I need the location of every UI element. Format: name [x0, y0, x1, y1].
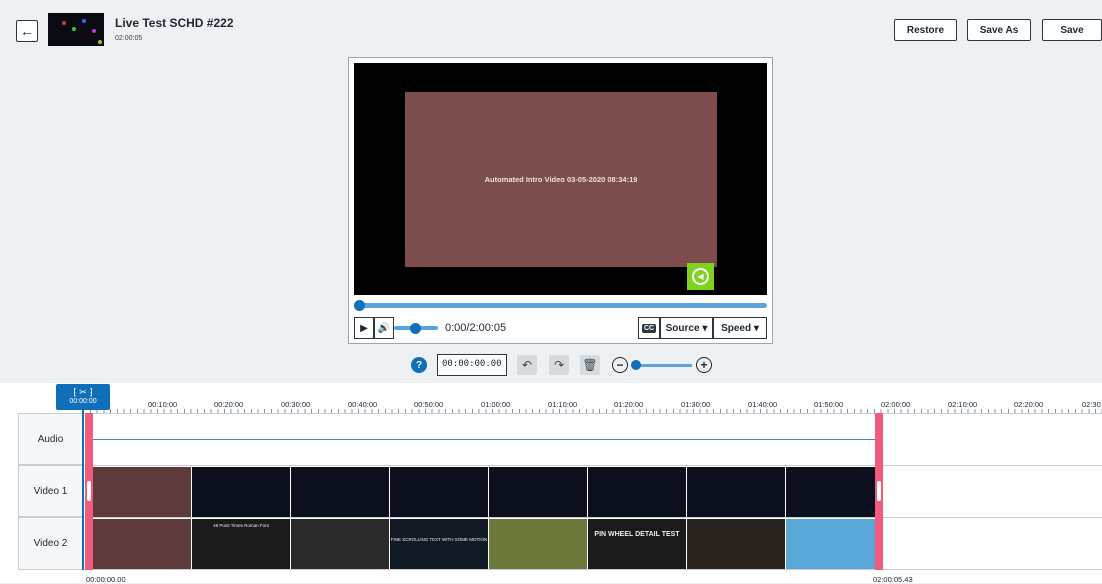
- ruler-label: 00:10:00: [148, 400, 178, 409]
- trim-handle-right[interactable]: [877, 481, 881, 501]
- ruler-label: 01:20:00: [614, 400, 644, 409]
- mute-button[interactable]: 🔊: [374, 317, 394, 339]
- zoom-slider[interactable]: [631, 360, 692, 370]
- video-canvas[interactable]: Automated Intro Video 03-05-2020 08:34:1…: [354, 63, 767, 295]
- video-thumbnail: [48, 13, 104, 46]
- volume-slider[interactable]: [394, 323, 438, 334]
- player-timecode: 0:00/2:00:05: [445, 322, 507, 334]
- zoom-out-icon[interactable]: −: [612, 357, 628, 373]
- volume-knob[interactable]: [410, 323, 421, 334]
- playhead[interactable]: [82, 410, 84, 570]
- trim-handle-left[interactable]: [87, 481, 91, 501]
- replay-icon: ◀: [692, 268, 709, 285]
- cc-icon: CC: [641, 323, 657, 333]
- ruler-label: 00:30:00: [281, 400, 311, 409]
- video-frame: Automated Intro Video 03-05-2020 08:34:1…: [405, 92, 717, 267]
- timeline: 00:10:00 00:20:00 00:30:00 00:40:00 00:5…: [0, 383, 1102, 583]
- cc-button[interactable]: CC: [638, 317, 660, 339]
- ruler-label: 00:20:00: [214, 400, 244, 409]
- restore-button[interactable]: Restore: [894, 19, 957, 41]
- ruler-label: 01:00:00: [481, 400, 511, 409]
- timecode-input[interactable]: 00:00:00.00: [437, 354, 507, 376]
- replay-badge[interactable]: ◀: [687, 263, 714, 290]
- ruler-label: 00:50:00: [414, 400, 444, 409]
- ruler-label: 01:40:00: [748, 400, 778, 409]
- save-as-button[interactable]: Save As: [967, 19, 1031, 41]
- save-button[interactable]: Save: [1042, 19, 1102, 41]
- help-icon[interactable]: ?: [411, 357, 427, 373]
- arrow-left-icon: ←: [20, 23, 34, 39]
- ruler-label: 02:10:00: [948, 400, 978, 409]
- play-button[interactable]: ▶: [354, 317, 374, 339]
- progress-knob[interactable]: [354, 300, 365, 311]
- timeline-ruler[interactable]: 00:10:00 00:20:00 00:30:00 00:40:00 00:5…: [0, 383, 1102, 414]
- track-label-video1: Video 1: [18, 465, 82, 517]
- video-duration: 02:00:05: [115, 35, 143, 42]
- ruler-label: 01:30:00: [681, 400, 711, 409]
- ruler-label: 02:30: [1082, 400, 1101, 409]
- selection-range[interactable]: [85, 413, 883, 570]
- overlay-text: Automated Intro Video 03-05-2020 08:34:1…: [484, 175, 638, 184]
- play-icon: ▶: [360, 322, 368, 334]
- scissor-marker[interactable]: ⁅ ✂ ⁆ 00:00:00: [56, 384, 110, 410]
- page-title: Live Test SCHD #222: [115, 16, 234, 30]
- scissors-icon: ⁅ ✂ ⁆: [73, 387, 93, 397]
- track-label-video2: Video 2: [18, 517, 82, 570]
- ruler-label: 01:10:00: [548, 400, 578, 409]
- source-dropdown[interactable]: Source ▾: [660, 317, 713, 339]
- speaker-icon: 🔊: [377, 322, 391, 334]
- speed-dropdown[interactable]: Speed ▾: [713, 317, 767, 339]
- ruler-label: 02:20:00: [1014, 400, 1044, 409]
- track-label-audio: Audio: [18, 413, 82, 465]
- zoom-in-icon[interactable]: +: [696, 357, 712, 373]
- trash-icon[interactable]: 🗑: [580, 355, 600, 375]
- back-button[interactable]: ←: [16, 20, 38, 42]
- video-player: Automated Intro Video 03-05-2020 08:34:1…: [348, 57, 773, 344]
- zoom-knob[interactable]: [631, 360, 641, 370]
- redo-icon[interactable]: ↷: [549, 355, 569, 375]
- scissor-time: 00:00:00: [69, 398, 97, 405]
- undo-icon[interactable]: ↶: [517, 355, 537, 375]
- ruler-label: 01:50:00: [814, 400, 844, 409]
- ruler-label: 00:40:00: [348, 400, 378, 409]
- ruler-label: 02:00:00: [881, 400, 911, 409]
- progress-bar[interactable]: [354, 300, 767, 311]
